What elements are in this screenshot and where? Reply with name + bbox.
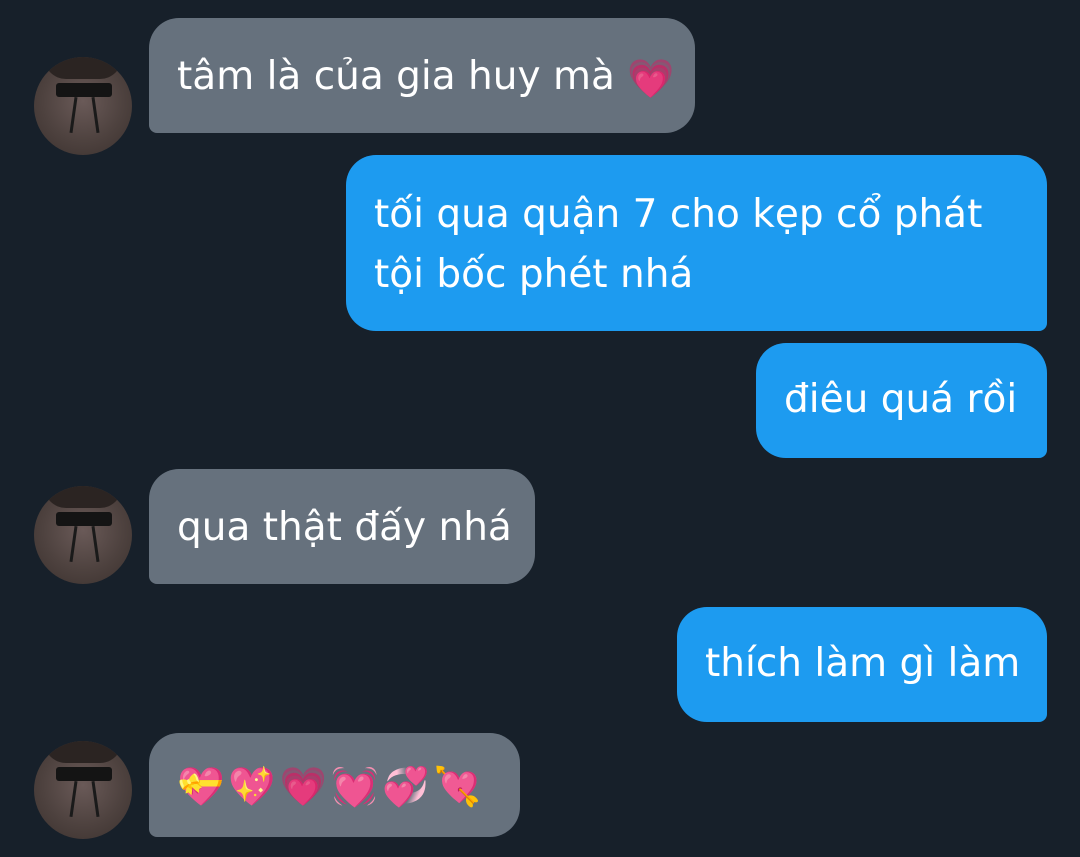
message-text-line: tối qua quận 7 cho kẹp cổ phát (374, 192, 983, 237)
avatar-band (56, 767, 112, 781)
message-bubble-sent[interactable]: tối qua quận 7 cho kẹp cổ phát tội bốc p… (346, 155, 1047, 331)
message-bubble-received[interactable]: tâm là của gia huy mà 💗 (149, 18, 695, 133)
avatar[interactable] (34, 57, 132, 155)
avatar[interactable] (34, 486, 132, 584)
heart-emojis: 💝💖💗💓💞💘 (177, 764, 485, 809)
message-text: điêu quá rồi (784, 377, 1018, 422)
message-bubble-sent[interactable]: điêu quá rồi (756, 343, 1047, 458)
message-text: thích làm gì làm (705, 641, 1021, 686)
avatar-shade (44, 741, 122, 763)
avatar-strap (69, 96, 78, 134)
avatar-strap (69, 780, 78, 818)
avatar-band (56, 512, 112, 526)
avatar-shade (44, 486, 122, 508)
avatar-shade (44, 57, 122, 79)
pink-heart-emoji: 💗 (627, 56, 675, 101)
message-text-line: tội bốc phét nhá (374, 252, 694, 297)
avatar-strap (91, 780, 100, 818)
avatar-strap (69, 525, 78, 563)
avatar-strap (91, 96, 100, 134)
avatar-strap (91, 525, 100, 563)
message-bubble-sent[interactable]: thích làm gì làm (677, 607, 1047, 722)
message-text: qua thật đấy nhá (177, 505, 512, 550)
message-text: tâm là của gia huy mà (177, 54, 615, 99)
message-bubble-received[interactable]: 💝💖💗💓💞💘 (149, 733, 520, 837)
message-bubble-received[interactable]: qua thật đấy nhá (149, 469, 535, 584)
avatar-band (56, 83, 112, 97)
avatar[interactable] (34, 741, 132, 839)
